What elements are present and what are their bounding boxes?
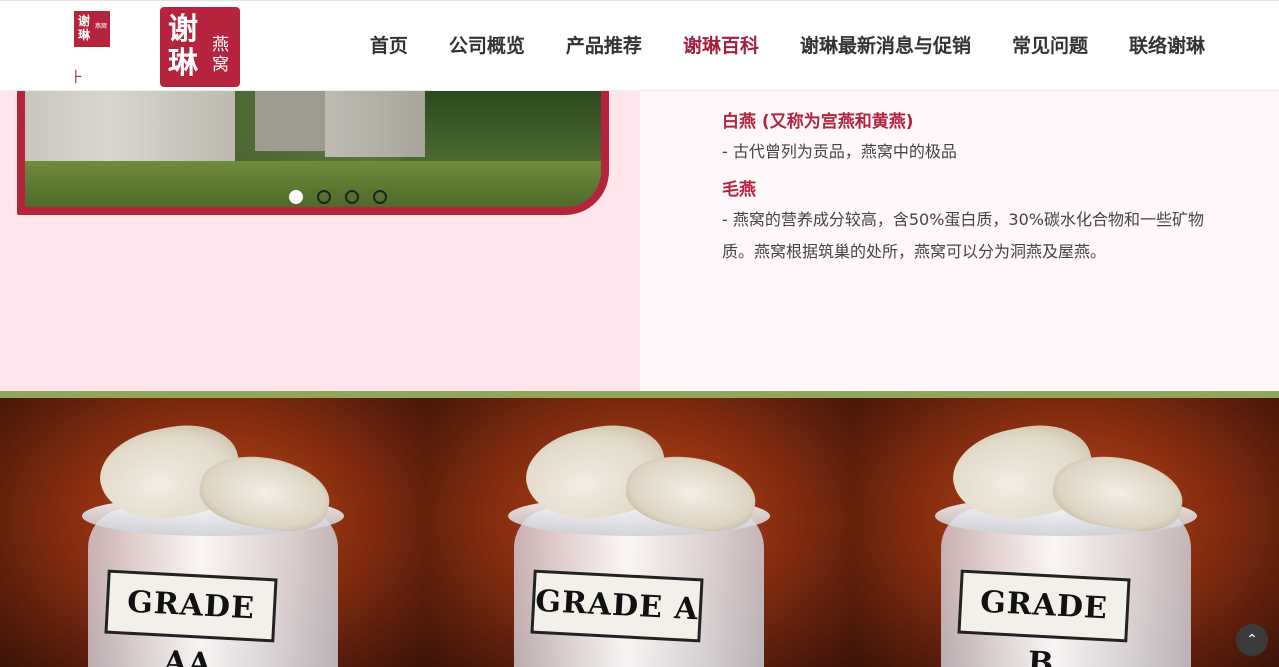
slider-dot-3[interactable] xyxy=(345,190,359,204)
nav-home[interactable]: 首页 xyxy=(370,29,408,63)
site-header: 谢 琳 燕窝 ⺊ 谢琳 燕窝 首页 公司概览 产品推荐 谢琳百科 谢琳最新消息与… xyxy=(0,0,1279,91)
slider-dot-1[interactable] xyxy=(289,190,303,204)
swallow-bird-icon: ⺊ xyxy=(70,70,84,86)
slide-wall-2 xyxy=(255,91,325,151)
brand-logo-small[interactable]: 谢 琳 燕窝 ⺊ xyxy=(66,9,118,86)
main-nav: 首页 公司概览 产品推荐 谢琳百科 谢琳最新消息与促销 常见问题 联络谢琳 xyxy=(329,29,1205,63)
grade-photo-gallery: GRADE AA GRADE A GRADE B xyxy=(0,398,1279,667)
bird-nest-image xyxy=(92,414,340,539)
jar-label: GRADE AA xyxy=(104,569,278,667)
logo-small-sub: 燕窝 xyxy=(94,23,107,30)
logo-main-subtext: 燕窝 xyxy=(212,35,229,75)
grade-desc-feather: - 燕窝的营养成分较高，含50%蛋白质，30%碳水化合物和一些矿物质。燕窝根据筑… xyxy=(722,210,1204,261)
logo-small-square: 谢 琳 燕窝 xyxy=(74,11,110,47)
slider-dots xyxy=(289,190,387,204)
nav-contact[interactable]: 联络谢琳 xyxy=(1129,29,1205,63)
logo-main-text: 谢琳 xyxy=(168,12,198,81)
grade-title-white: 白燕 (又称为宫燕和黄燕) xyxy=(722,112,914,132)
logo-small-char-2: 琳 xyxy=(78,28,91,42)
grade-desc-white: - 古代曾列为贡品，燕窝中的极品 xyxy=(722,142,957,161)
jar-label: GRADE A xyxy=(530,569,704,643)
slide-trees xyxy=(401,91,601,161)
chevron-up-icon: ⌃ xyxy=(1246,632,1258,648)
bird-nest-image xyxy=(945,414,1193,539)
grade-title-feather: 毛燕 xyxy=(722,180,756,200)
bird-nest-image xyxy=(518,414,766,539)
grade-info-panel: 白燕 (又称为宫燕和黄燕) - 古代曾列为贡品，燕窝中的极品 毛燕 - 燕窝的营… xyxy=(640,91,1279,391)
slide-wall-3 xyxy=(325,91,425,157)
nav-encyclopedia[interactable]: 谢琳百科 xyxy=(683,29,759,63)
slider-dot-2[interactable] xyxy=(317,190,331,204)
back-to-top-button[interactable]: ⌃ xyxy=(1236,624,1268,656)
image-slider[interactable] xyxy=(17,91,609,215)
photo-grade-a[interactable]: GRADE A xyxy=(426,398,853,667)
slider-panel xyxy=(0,91,640,391)
photo-grade-b[interactable]: GRADE B xyxy=(853,398,1279,667)
nav-company-overview[interactable]: 公司概览 xyxy=(449,29,525,63)
nav-products[interactable]: 产品推荐 xyxy=(566,29,642,63)
nav-news-promotions[interactable]: 谢琳最新消息与促销 xyxy=(800,29,971,63)
jar-label: GRADE B xyxy=(957,569,1131,667)
slider-dot-4[interactable] xyxy=(373,190,387,204)
section-divider xyxy=(0,391,1279,398)
nav-faq[interactable]: 常见问题 xyxy=(1012,29,1088,63)
brand-logo[interactable]: 谢琳 燕窝 xyxy=(160,7,240,87)
photo-grade-aa[interactable]: GRADE AA xyxy=(0,398,426,667)
